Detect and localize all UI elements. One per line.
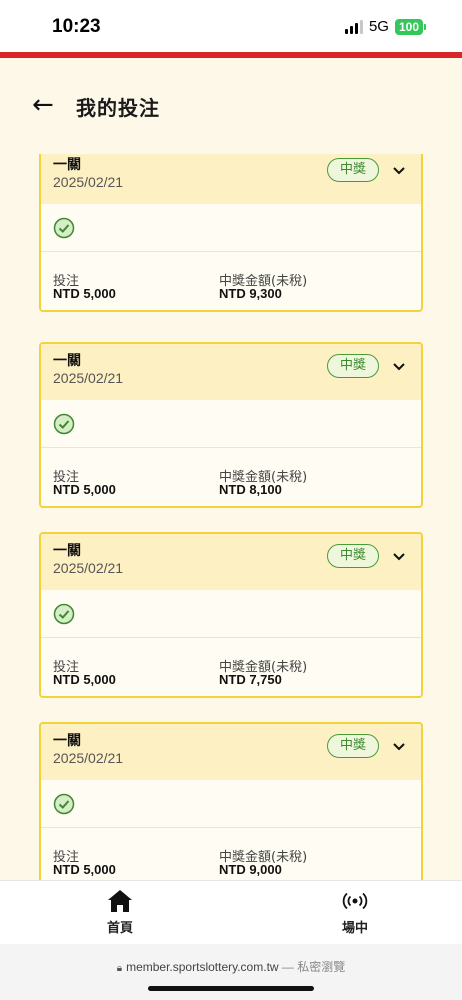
nav-home-label: 首頁 <box>106 921 133 936</box>
bet-card[interactable]: 一關 2025/02/21 中獎 投注 NTD 5,000 中獎金額(未稅) N… <box>39 532 423 698</box>
chevron-down-icon[interactable] <box>391 738 407 754</box>
bet-result-row <box>41 400 421 448</box>
url-display[interactable]: 🔒︎ member.sportslottery.com.tw — 私密瀏覽 <box>0 958 462 975</box>
chevron-down-icon[interactable] <box>391 162 407 178</box>
prize-amount-value: NTD 9,300 <box>219 286 282 301</box>
battery-icon: 100 <box>394 18 426 35</box>
chevron-down-icon[interactable] <box>391 358 407 374</box>
bet-card[interactable]: 一關 2025/02/21 中獎 投注 NTD 5,000 中獎金額(未稅) N… <box>39 154 423 312</box>
bet-card-header[interactable]: 一關 2025/02/21 中獎 <box>41 534 421 590</box>
status-badge: 中獎 <box>326 354 379 378</box>
bet-type: 一關 <box>53 543 81 559</box>
bet-result-row <box>41 780 421 828</box>
page-header: ← 我的投注 <box>0 58 462 154</box>
bet-type: 一關 <box>53 353 81 369</box>
lock-icon: 🔒︎ <box>116 963 123 974</box>
private-browsing-label: — 私密瀏覽 <box>281 960 346 974</box>
nav-live-label: 場中 <box>341 921 368 936</box>
bet-date: 2025/02/21 <box>53 560 124 576</box>
home-indicator[interactable] <box>148 986 314 991</box>
bet-date: 2025/02/21 <box>53 174 124 190</box>
bet-list[interactable]: 一關 2025/02/21 中獎 投注 NTD 5,000 中獎金額(未稅) N… <box>0 154 462 880</box>
status-indicators: 5G 100 <box>344 18 426 35</box>
bet-amount-value: NTD 5,000 <box>53 286 116 301</box>
bottom-nav: 首頁 場中 <box>0 880 462 944</box>
bet-card[interactable]: 一關 2025/02/21 中獎 投注 NTD 5,000 中獎金額(未稅) N… <box>39 342 423 508</box>
page-title: 我的投注 <box>76 96 160 120</box>
check-circle-icon <box>53 217 75 239</box>
bet-amounts: 投注 NTD 5,000 中獎金額(未稅) NTD 8,100 <box>41 448 421 506</box>
nav-home-button[interactable]: 首頁 <box>80 889 160 936</box>
chevron-down-icon[interactable] <box>391 548 407 564</box>
broadcast-icon <box>342 892 368 910</box>
network-label: 5G <box>368 18 389 35</box>
bet-result-row <box>41 204 421 252</box>
check-circle-icon <box>53 793 75 815</box>
prize-amount-value: NTD 9,000 <box>219 862 282 877</box>
bet-amount-value: NTD 5,000 <box>53 862 116 877</box>
status-bar: 10:23 5G 100 <box>0 0 462 52</box>
bet-amount-value: NTD 5,000 <box>53 672 116 687</box>
url-text: member.sportslottery.com.tw <box>126 960 279 974</box>
signal-icon <box>344 19 363 34</box>
bet-result-row <box>41 590 421 638</box>
status-badge: 中獎 <box>326 544 379 568</box>
status-time: 10:23 <box>52 16 101 37</box>
bet-date: 2025/02/21 <box>53 750 124 766</box>
bet-amounts: 投注 NTD 5,000 中獎金額(未稅) NTD 9,300 <box>41 252 421 310</box>
battery-level: 100 <box>394 18 423 35</box>
bet-amounts: 投注 NTD 5,000 中獎金額(未稅) NTD 7,750 <box>41 638 421 696</box>
bet-card-header[interactable]: 一關 2025/02/21 中獎 <box>41 724 421 780</box>
bet-date: 2025/02/21 <box>53 370 124 386</box>
browser-url-bar[interactable]: 🔒︎ member.sportslottery.com.tw — 私密瀏覽 <box>0 944 462 1000</box>
bet-card-header[interactable]: 一關 2025/02/21 中獎 <box>41 154 421 204</box>
status-badge: 中獎 <box>326 734 379 758</box>
bet-amounts: 投注 NTD 5,000 中獎金額(未稅) NTD 9,000 <box>41 828 421 880</box>
home-icon <box>108 890 132 912</box>
prize-amount-value: NTD 7,750 <box>219 672 282 687</box>
bet-type: 一關 <box>53 157 81 173</box>
status-badge: 中獎 <box>326 158 379 182</box>
bet-type: 一關 <box>53 733 81 749</box>
back-arrow-icon[interactable]: ← <box>32 92 54 118</box>
check-circle-icon <box>53 413 75 435</box>
nav-live-button[interactable]: 場中 <box>315 889 395 936</box>
bet-card-header[interactable]: 一關 2025/02/21 中獎 <box>41 344 421 400</box>
bet-amount-value: NTD 5,000 <box>53 482 116 497</box>
prize-amount-value: NTD 8,100 <box>219 482 282 497</box>
bet-card[interactable]: 一關 2025/02/21 中獎 投注 NTD 5,000 中獎金額(未稅) N… <box>39 722 423 880</box>
check-circle-icon <box>53 603 75 625</box>
